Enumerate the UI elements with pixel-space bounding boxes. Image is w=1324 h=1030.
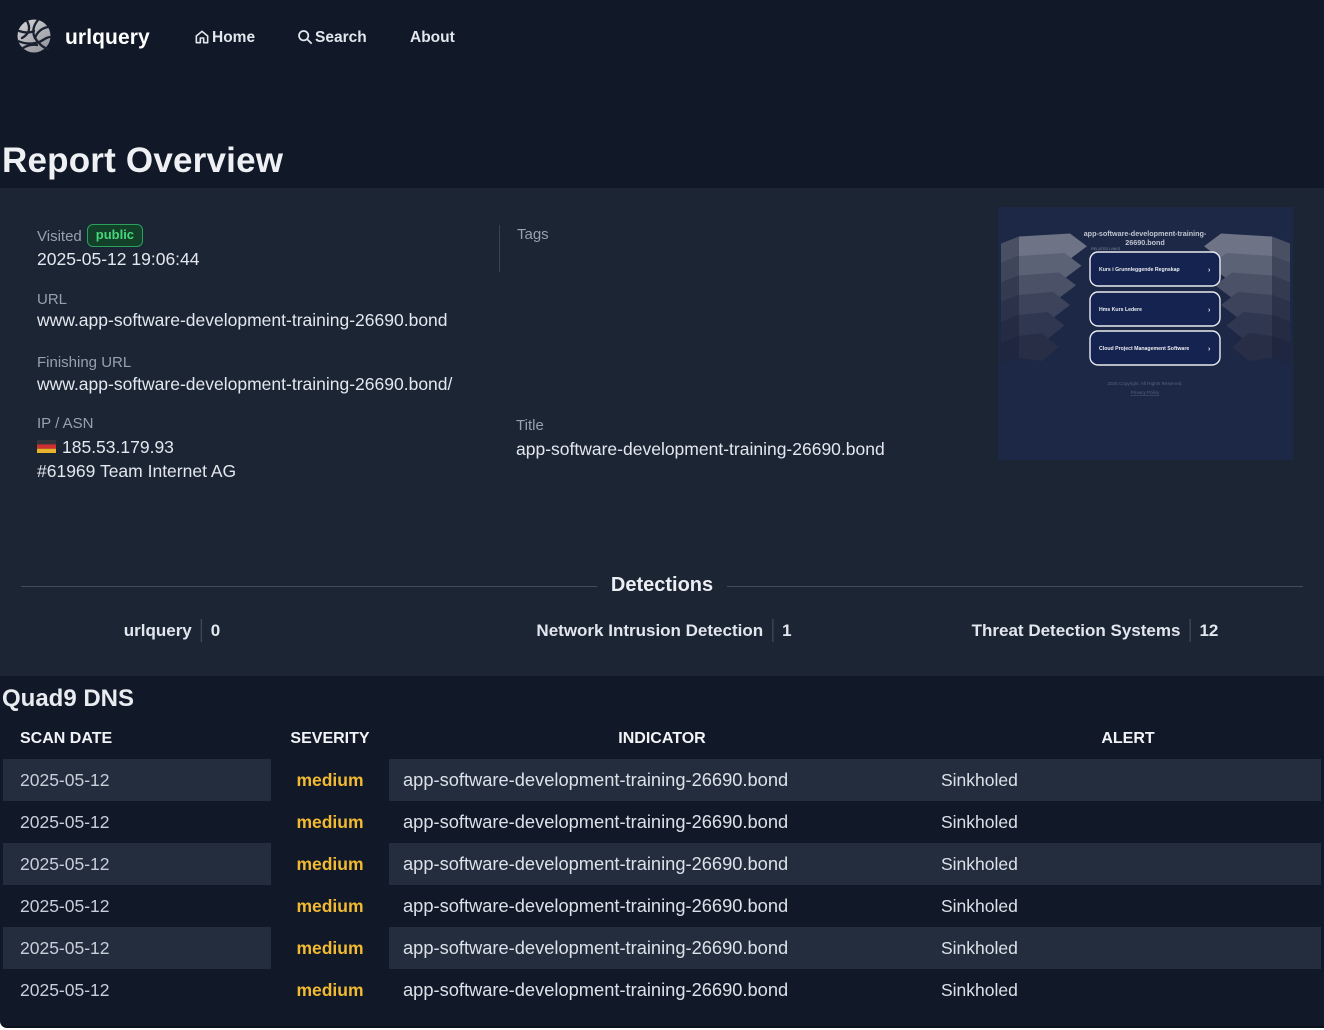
svg-text:Cloud Project Management Softw: Cloud Project Management Software [1099,346,1189,352]
svg-text:26690.bond: 26690.bond [1125,238,1165,247]
svg-text:Privacy Policy: Privacy Policy [1131,390,1160,395]
svg-text:2025 Copyright. All Rights Res: 2025 Copyright. All Rights Reserved. [1107,381,1182,386]
svg-text:RELATED LINKS: RELATED LINKS [1091,247,1121,251]
svg-text:Hms Kurs Ledere: Hms Kurs Ledere [1099,307,1142,313]
svg-text:app-software-development-train: app-software-development-training- [1084,229,1207,238]
svg-text:Kurs i Grunnleggende Regnskap: Kurs i Grunnleggende Regnskap [1099,267,1180,273]
